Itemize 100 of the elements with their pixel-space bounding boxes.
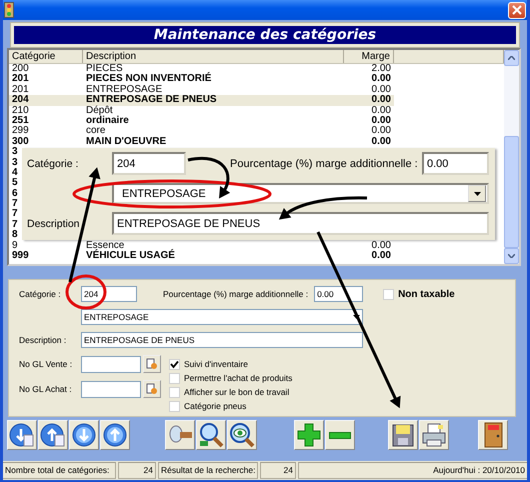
table-cell-text: 201 <box>11 84 30 95</box>
account-field[interactable] <box>81 356 141 372</box>
percent-field[interactable]: 0.00 <box>422 152 489 175</box>
description-field[interactable]: ENTREPOSAGE DE PNEUS <box>81 332 363 348</box>
checkbox-label: Catégorie pneus <box>184 401 246 411</box>
category-field[interactable]: 204 <box>81 286 137 302</box>
table-cell-text: 0.00 <box>370 240 392 251</box>
table-cell-text: ENTREPOSAGE DE PNEUS <box>85 95 218 106</box>
field-label: Pourcentage (%) marge additionnelle : <box>230 158 418 170</box>
document-icon <box>146 383 158 395</box>
close-icon <box>512 5 522 15</box>
arrow-circle-icon <box>71 422 97 448</box>
table-cell-text: 7 <box>11 220 19 230</box>
table-cell-text: ordinaire <box>85 116 130 126</box>
field-label: Description <box>27 218 81 230</box>
table-cell-text: 5 <box>11 178 19 189</box>
table-cell-text: 0.00 <box>370 251 392 262</box>
account-field[interactable] <box>81 380 141 398</box>
category-field[interactable]: 204 <box>112 152 186 175</box>
table-cell-text: 0.00 <box>370 116 392 126</box>
printer-icon <box>421 422 447 448</box>
table-cell-text: Essence <box>85 240 124 251</box>
first-record-button[interactable] <box>7 420 37 450</box>
checkbox-label: Permettre l'achat de produits <box>184 373 292 383</box>
print-button[interactable] <box>419 420 449 450</box>
table-cell-text: 251 <box>11 116 30 126</box>
table-cell-text: 299 <box>11 126 30 137</box>
last-record-button[interactable] <box>100 420 130 450</box>
search-icon <box>198 422 224 448</box>
status-label: Résultat de la recherche: <box>158 462 258 479</box>
checkbox-label: Non taxable <box>398 288 455 300</box>
table-cell-text: 0.00 <box>370 106 392 116</box>
column-header[interactable]: Description <box>83 50 344 63</box>
table-cell-text: 0.00 <box>370 136 392 148</box>
lookup-button[interactable] <box>143 380 161 398</box>
group-dropdown[interactable]: ENTREPOSAGE <box>112 183 489 204</box>
table-cell-text: 3 <box>11 158 19 168</box>
group-dropdown[interactable]: ENTREPOSAGE <box>81 309 363 325</box>
arrow-circle-icon <box>9 422 35 448</box>
checkbox[interactable] <box>169 358 180 370</box>
table-cell-text: 2.00 <box>370 64 392 74</box>
scroll-down-button[interactable] <box>504 248 519 264</box>
table-cell-text: Dépôt <box>85 106 113 116</box>
description-field[interactable]: ENTREPOSAGE DE PNEUS <box>112 212 489 235</box>
percent-field[interactable]: 0.00 <box>314 286 364 302</box>
arrow-circle-icon <box>40 422 66 448</box>
status-label: Nombre total de catégories: <box>3 462 116 479</box>
column-header[interactable]: Marge <box>344 50 394 63</box>
table-cell-text: 9 <box>11 240 19 251</box>
save-button[interactable] <box>388 420 418 450</box>
field-label: Pourcentage (%) marge additionnelle : <box>163 289 308 299</box>
status-value: 24 <box>118 462 156 479</box>
field-label: No GL Achat : <box>19 384 73 394</box>
chevron-up-icon <box>508 56 515 60</box>
table-cell-text: 999 <box>11 251 30 262</box>
column-header[interactable]: Catégorie <box>9 50 83 63</box>
banner-title: Maintenance des catégories <box>14 26 516 44</box>
table-cell-text: 0.00 <box>370 74 392 85</box>
lookup-button[interactable] <box>143 355 161 373</box>
table-cell-text: core <box>85 126 106 137</box>
scroll-bar[interactable] <box>504 50 519 264</box>
table-cell-text: ENTREPOSAGE <box>85 84 164 95</box>
field-label: Description : <box>19 335 68 345</box>
previous-record-button[interactable] <box>38 420 68 450</box>
table-cell-text: 7 <box>11 199 19 210</box>
table-row[interactable]: 210 Dépôt 0.00 <box>9 106 394 116</box>
table-cell-text: 200 <box>11 64 30 74</box>
status-date: Aujourd'hui : 20/10/2010 <box>298 462 527 479</box>
delete-button[interactable] <box>325 420 355 450</box>
table-row[interactable]: 251 ordinaire 0.00 <box>9 116 394 126</box>
search-button[interactable] <box>196 420 226 450</box>
add-button[interactable] <box>294 420 324 450</box>
table-cell-text: 0.00 <box>370 126 392 137</box>
scroll-thumb[interactable] <box>504 136 519 248</box>
table-cell-text: 210 <box>11 106 30 116</box>
table-row[interactable]: 204 ENTREPOSAGE DE PNEUS 0.00 <box>9 95 394 106</box>
checkbox-label: Afficher sur le bon de travail <box>184 387 290 397</box>
table-row[interactable]: 299 core 0.00 <box>9 126 394 137</box>
field-label: No GL Vente : <box>19 359 74 369</box>
table-cell-text: 6 <box>11 188 19 199</box>
view-button[interactable] <box>227 420 257 450</box>
status-value: 24 <box>260 462 296 479</box>
table-cell-text: 201 <box>11 74 30 85</box>
table-cell-text: 204 <box>11 95 30 106</box>
magnifier-eye-icon <box>229 422 255 448</box>
close-button[interactable] <box>508 2 526 18</box>
field-label: Catégorie : <box>27 158 80 170</box>
plus-icon <box>296 422 322 448</box>
table-row[interactable]: 201 PIECES NON INVENTORIÉ 0.00 <box>9 74 394 85</box>
search-light-button[interactable] <box>165 420 195 450</box>
app-icon <box>4 2 14 18</box>
document-icon <box>146 358 158 370</box>
table-cell-text: 4 <box>11 168 19 178</box>
next-record-button[interactable] <box>69 420 99 450</box>
table-row[interactable]: 201 ENTREPOSAGE 0.00 <box>9 84 394 96</box>
table-row[interactable]: 300 MAIN D'OEUVRE 0.00 <box>9 136 394 148</box>
scroll-up-button[interactable] <box>504 50 519 66</box>
table-cell-text: 0.00 <box>370 95 392 106</box>
exit-button[interactable] <box>478 420 508 450</box>
highlight-circle <box>66 274 106 310</box>
